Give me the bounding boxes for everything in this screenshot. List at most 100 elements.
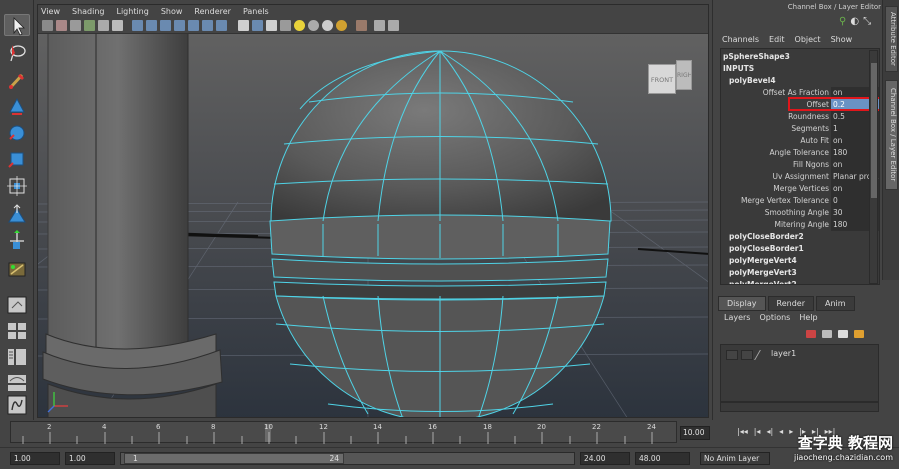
viewport-scene[interactable]: [38, 34, 709, 418]
wireframe-icon[interactable]: [238, 20, 249, 31]
show-manipulator-icon[interactable]: [4, 230, 30, 252]
single-perspective-layout-icon[interactable]: [4, 294, 30, 316]
textured-icon[interactable]: [280, 20, 291, 31]
range-slider-handle[interactable]: 1 24: [124, 453, 344, 464]
menu-lighting[interactable]: Lighting: [116, 7, 148, 16]
tab-channel-box-layer-editor[interactable]: Channel Box / Layer Editor: [885, 80, 898, 190]
grease-pencil-icon[interactable]: [112, 20, 123, 31]
menu-renderer[interactable]: Renderer: [194, 7, 231, 16]
select-camera-icon[interactable]: [42, 20, 53, 31]
select-tool-icon[interactable]: [4, 14, 30, 36]
anim-layer-dropdown[interactable]: No Anim Layer: [700, 452, 770, 465]
view-cube[interactable]: FRONT RIGHT: [648, 60, 694, 96]
menu-view[interactable]: View: [41, 7, 60, 16]
resolution-gate-icon[interactable]: [160, 20, 171, 31]
isolate-select-icon[interactable]: [356, 20, 367, 31]
motion-blur-icon[interactable]: [336, 20, 347, 31]
view-cube-right-face[interactable]: RIGHT: [676, 60, 692, 90]
xray-joints-icon[interactable]: [388, 20, 399, 31]
view-cube-front-face[interactable]: FRONT: [648, 64, 676, 94]
xray-icon[interactable]: [374, 20, 385, 31]
attribute-row[interactable]: Merge Vertex Tolerance 0: [721, 195, 879, 207]
step-back-key-button[interactable]: |◂: [754, 427, 761, 436]
shape-node-name[interactable]: pSphereShape3: [723, 51, 790, 63]
layout-toggle-icon[interactable]: ◐: [850, 16, 863, 27]
time-slider[interactable]: 2 4 6 8 10 12 14 16 18 20 22 24: [10, 421, 677, 444]
safe-title-icon[interactable]: [216, 20, 227, 31]
input-node[interactable]: polyMergeVert2: [729, 279, 797, 284]
new-empty-layer-icon[interactable]: [838, 330, 848, 338]
tab-display[interactable]: Display: [718, 296, 766, 311]
tab-anim[interactable]: Anim: [815, 296, 855, 311]
attribute-row[interactable]: Fill Ngons on: [721, 159, 879, 171]
attribute-row[interactable]: Auto Fit on: [721, 135, 879, 147]
perspective-viewport[interactable]: View Shading Lighting Show Renderer Pane…: [37, 4, 709, 418]
layer-name[interactable]: layer1: [771, 349, 796, 358]
four-view-layout-icon[interactable]: [4, 320, 30, 342]
wireframe-on-shaded-icon[interactable]: [266, 20, 277, 31]
current-frame-field[interactable]: 10.00: [680, 426, 710, 440]
menu-shading[interactable]: Shading: [72, 7, 105, 16]
tab-render[interactable]: Render: [767, 296, 814, 311]
menu-channels[interactable]: Channels: [722, 35, 759, 44]
pin-icon[interactable]: ⤡: [863, 16, 875, 27]
layer-list-scrollbar[interactable]: [720, 402, 879, 412]
outliner-layout-icon[interactable]: [4, 346, 30, 368]
menu-panels[interactable]: Panels: [243, 7, 269, 16]
new-layer-from-selection-icon[interactable]: [854, 330, 864, 338]
camera-attributes-icon[interactable]: [56, 20, 67, 31]
two-d-pan-zoom-icon[interactable]: [98, 20, 109, 31]
layer-visibility-toggle[interactable]: [726, 350, 738, 360]
playback-end-field[interactable]: 24.00: [580, 452, 630, 465]
attribute-row[interactable]: Merge Vertices on: [721, 183, 879, 195]
scrollbar-thumb[interactable]: [871, 63, 877, 198]
attribute-row[interactable]: Mitering Angle 180: [721, 219, 879, 231]
input-node[interactable]: polyCloseBorder2: [729, 231, 804, 243]
move-layer-down-icon[interactable]: [822, 330, 832, 338]
image-plane-icon[interactable]: [84, 20, 95, 31]
smooth-shade-icon[interactable]: [252, 20, 263, 31]
graph-editor-layout-icon[interactable]: [4, 372, 30, 394]
tab-attribute-editor[interactable]: Attribute Editor: [885, 6, 898, 72]
move-tool-icon[interactable]: [4, 96, 30, 118]
animation-end-field[interactable]: 48.00: [635, 452, 690, 465]
attribute-row[interactable]: Segments 1: [721, 123, 879, 135]
attribute-row[interactable]: Roundness 0.5: [721, 111, 879, 123]
screen-space-ao-icon[interactable]: [322, 20, 333, 31]
menu-show[interactable]: Show: [831, 35, 853, 44]
gate-mask-icon[interactable]: [174, 20, 185, 31]
hypershade-layout-icon[interactable]: [4, 394, 30, 416]
active-input-node[interactable]: polyBevel4: [729, 75, 776, 87]
layer-color-swatch[interactable]: [754, 350, 770, 360]
paint-select-tool-icon[interactable]: [4, 70, 30, 92]
menu-edit[interactable]: Edit: [769, 35, 785, 44]
safe-action-icon[interactable]: [202, 20, 213, 31]
menu-help[interactable]: Help: [799, 313, 817, 322]
layer-playback-toggle[interactable]: [741, 350, 753, 360]
attribute-row[interactable]: Smoothing Angle 30: [721, 207, 879, 219]
playback-start-field[interactable]: 1.00: [65, 452, 115, 465]
menu-layers[interactable]: Layers: [724, 313, 750, 322]
rotate-tool-icon[interactable]: [4, 122, 30, 144]
attribute-row[interactable]: Angle Tolerance 180: [721, 147, 879, 159]
shadows-icon[interactable]: [308, 20, 319, 31]
menu-options[interactable]: Options: [759, 313, 790, 322]
menu-show[interactable]: Show: [161, 7, 183, 16]
input-node[interactable]: polyMergeVert4: [729, 255, 797, 267]
last-tool-used-icon[interactable]: [4, 258, 30, 280]
attribute-row[interactable]: Uv Assignment Planar proj...: [721, 171, 879, 183]
go-to-start-button[interactable]: |◂◂: [737, 427, 748, 436]
soft-modification-icon[interactable]: [4, 203, 30, 225]
bookmark-icon[interactable]: [70, 20, 81, 31]
field-chart-icon[interactable]: [188, 20, 199, 31]
use-all-lights-icon[interactable]: [294, 20, 305, 31]
universal-manipulator-icon[interactable]: [4, 175, 30, 197]
input-node[interactable]: polyCloseBorder1: [729, 243, 804, 255]
animation-start-field[interactable]: 1.00: [10, 452, 60, 465]
channel-box-scrollbar[interactable]: [869, 50, 878, 284]
film-gate-icon[interactable]: [146, 20, 157, 31]
lasso-tool-icon[interactable]: [4, 42, 30, 64]
menu-object[interactable]: Object: [795, 35, 821, 44]
grid-icon[interactable]: [132, 20, 143, 31]
move-layer-up-icon[interactable]: [806, 330, 816, 338]
